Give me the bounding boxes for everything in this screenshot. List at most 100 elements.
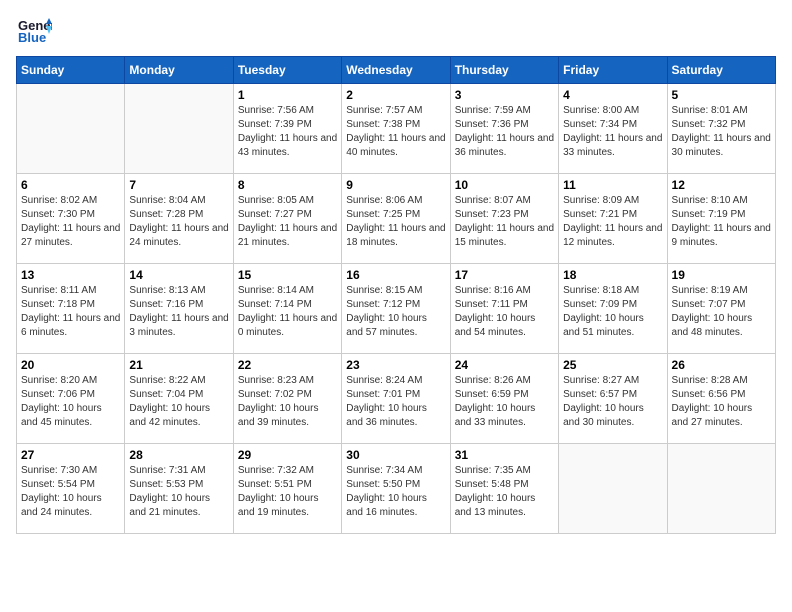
- day-number: 31: [455, 448, 554, 462]
- day-number: 11: [563, 178, 662, 192]
- day-number: 2: [346, 88, 445, 102]
- day-info: Sunrise: 8:04 AMSunset: 7:28 PMDaylight:…: [129, 194, 228, 250]
- day-info: Sunrise: 8:22 AMSunset: 7:04 PMDaylight:…: [129, 374, 228, 430]
- day-info: Sunrise: 8:16 AMSunset: 7:11 PMDaylight:…: [455, 284, 554, 340]
- calendar-cell: 6Sunrise: 8:02 AMSunset: 7:30 PMDaylight…: [17, 174, 125, 264]
- logo-icon: General Blue: [16, 16, 52, 46]
- calendar-cell: 22 Sunrise: 8:23 AMSunset: 7:02 PMDayligh…: [233, 354, 341, 444]
- week-row-2: 6Sunrise: 8:02 AMSunset: 7:30 PMDaylight…: [17, 174, 776, 264]
- calendar-cell: 4 Sunrise: 8:00 AMSunset: 7:34 PMDaylight…: [559, 84, 667, 174]
- weekday-header-thursday: Thursday: [450, 57, 558, 84]
- day-info: Sunrise: 7:59 AMSunset: 7:36 PMDaylight:…: [455, 104, 554, 160]
- day-number: 12: [672, 178, 771, 192]
- day-info: Sunrise: 8:24 AMSunset: 7:01 PMDaylight:…: [346, 374, 445, 430]
- day-number: 18: [563, 268, 662, 282]
- calendar-cell: 21 Sunrise: 8:22 AMSunset: 7:04 PMDayligh…: [125, 354, 233, 444]
- day-info: Sunrise: 8:26 AMSunset: 6:59 PMDaylight:…: [455, 374, 554, 430]
- calendar-cell: 2 Sunrise: 7:57 AMSunset: 7:38 PMDaylight…: [342, 84, 450, 174]
- calendar-cell: 12 Sunrise: 8:10 AMSunset: 7:19 PMDayligh…: [667, 174, 775, 264]
- day-info: Sunrise: 8:06 AMSunset: 7:25 PMDaylight:…: [346, 194, 445, 250]
- day-info: Sunrise: 8:00 AMSunset: 7:34 PMDaylight:…: [563, 104, 662, 160]
- calendar-cell: 14 Sunrise: 8:13 AMSunset: 7:16 PMDayligh…: [125, 264, 233, 354]
- day-info: Sunrise: 8:11 AMSunset: 7:18 PMDaylight:…: [21, 284, 120, 340]
- calendar-cell: 26 Sunrise: 8:28 AMSunset: 6:56 PMDayligh…: [667, 354, 775, 444]
- day-info: Sunrise: 8:09 AMSunset: 7:21 PMDaylight:…: [563, 194, 662, 250]
- day-info: Sunrise: 8:07 AMSunset: 7:23 PMDaylight:…: [455, 194, 554, 250]
- day-number: 15: [238, 268, 337, 282]
- page-header: General Blue: [16, 16, 776, 46]
- calendar-table: SundayMondayTuesdayWednesdayThursdayFrid…: [16, 56, 776, 534]
- day-number: 19: [672, 268, 771, 282]
- calendar-cell: 16Sunrise: 8:15 AMSunset: 7:12 PMDayligh…: [342, 264, 450, 354]
- calendar-cell: 19 Sunrise: 8:19 AMSunset: 7:07 PMDayligh…: [667, 264, 775, 354]
- day-info: Sunrise: 8:28 AMSunset: 6:56 PMDaylight:…: [672, 374, 771, 430]
- calendar-cell: 11 Sunrise: 8:09 AMSunset: 7:21 PMDayligh…: [559, 174, 667, 264]
- day-number: 13: [21, 268, 120, 282]
- calendar-cell: 23 Sunrise: 8:24 AMSunset: 7:01 PMDayligh…: [342, 354, 450, 444]
- calendar-cell: 27 Sunrise: 7:30 AMSunset: 5:54 PMDayligh…: [17, 444, 125, 534]
- day-number: 23: [346, 358, 445, 372]
- weekday-header-sunday: Sunday: [17, 57, 125, 84]
- week-row-3: 13 Sunrise: 8:11 AMSunset: 7:18 PMDayligh…: [17, 264, 776, 354]
- day-info: Sunrise: 8:01 AMSunset: 7:32 PMDaylight:…: [672, 104, 771, 160]
- day-number: 9: [346, 178, 445, 192]
- day-number: 22: [238, 358, 337, 372]
- calendar-cell: [125, 84, 233, 174]
- day-info: Sunrise: 8:20 AMSunset: 7:06 PMDaylight:…: [21, 374, 120, 430]
- day-info: Sunrise: 8:10 AMSunset: 7:19 PMDaylight:…: [672, 194, 771, 250]
- day-info: Sunrise: 8:19 AMSunset: 7:07 PMDaylight:…: [672, 284, 771, 340]
- calendar-cell: 30 Sunrise: 7:34 AMSunset: 5:50 PMDayligh…: [342, 444, 450, 534]
- weekday-header-monday: Monday: [125, 57, 233, 84]
- day-number: 20: [21, 358, 120, 372]
- day-number: 27: [21, 448, 120, 462]
- day-number: 1: [238, 88, 337, 102]
- calendar-cell: 28Sunrise: 7:31 AMSunset: 5:53 PMDayligh…: [125, 444, 233, 534]
- day-number: 28: [129, 448, 228, 462]
- day-info: Sunrise: 8:23 AMSunset: 7:02 PMDaylight:…: [238, 374, 337, 430]
- day-number: 14: [129, 268, 228, 282]
- day-number: 6: [21, 178, 120, 192]
- calendar-cell: 18 Sunrise: 8:18 AMSunset: 7:09 PMDayligh…: [559, 264, 667, 354]
- day-number: 30: [346, 448, 445, 462]
- week-row-1: 1 Sunrise: 7:56 AMSunset: 7:39 PMDaylight…: [17, 84, 776, 174]
- day-info: Sunrise: 7:32 AMSunset: 5:51 PMDaylight:…: [238, 464, 337, 520]
- calendar-cell: [17, 84, 125, 174]
- day-number: 10: [455, 178, 554, 192]
- day-info: Sunrise: 7:57 AMSunset: 7:38 PMDaylight:…: [346, 104, 445, 160]
- day-number: 21: [129, 358, 228, 372]
- day-number: 25: [563, 358, 662, 372]
- day-number: 4: [563, 88, 662, 102]
- day-number: 16: [346, 268, 445, 282]
- day-info: Sunrise: 8:13 AMSunset: 7:16 PMDaylight:…: [129, 284, 228, 340]
- weekday-header-wednesday: Wednesday: [342, 57, 450, 84]
- day-info: Sunrise: 8:14 AMSunset: 7:14 PMDaylight:…: [238, 284, 337, 340]
- day-number: 5: [672, 88, 771, 102]
- day-info: Sunrise: 8:18 AMSunset: 7:09 PMDaylight:…: [563, 284, 662, 340]
- calendar-cell: 24Sunrise: 8:26 AMSunset: 6:59 PMDayligh…: [450, 354, 558, 444]
- calendar-cell: 17 Sunrise: 8:16 AMSunset: 7:11 PMDayligh…: [450, 264, 558, 354]
- calendar-cell: 31Sunrise: 7:35 AMSunset: 5:48 PMDayligh…: [450, 444, 558, 534]
- calendar-cell: 29 Sunrise: 7:32 AMSunset: 5:51 PMDayligh…: [233, 444, 341, 534]
- calendar-cell: 10 Sunrise: 8:07 AMSunset: 7:23 PMDayligh…: [450, 174, 558, 264]
- day-number: 29: [238, 448, 337, 462]
- day-info: Sunrise: 7:34 AMSunset: 5:50 PMDaylight:…: [346, 464, 445, 520]
- calendar-cell: 8 Sunrise: 8:05 AMSunset: 7:27 PMDaylight…: [233, 174, 341, 264]
- week-row-5: 27 Sunrise: 7:30 AMSunset: 5:54 PMDayligh…: [17, 444, 776, 534]
- day-info: Sunrise: 8:27 AMSunset: 6:57 PMDaylight:…: [563, 374, 662, 430]
- calendar-cell: 15 Sunrise: 8:14 AMSunset: 7:14 PMDayligh…: [233, 264, 341, 354]
- calendar-cell: 5 Sunrise: 8:01 AMSunset: 7:32 PMDaylight…: [667, 84, 775, 174]
- calendar-cell: [667, 444, 775, 534]
- calendar-cell: 25 Sunrise: 8:27 AMSunset: 6:57 PMDayligh…: [559, 354, 667, 444]
- svg-text:Blue: Blue: [18, 30, 46, 45]
- day-number: 8: [238, 178, 337, 192]
- calendar-cell: 7Sunrise: 8:04 AMSunset: 7:28 PMDaylight…: [125, 174, 233, 264]
- day-number: 26: [672, 358, 771, 372]
- day-info: Sunrise: 7:56 AMSunset: 7:39 PMDaylight:…: [238, 104, 337, 160]
- day-info: Sunrise: 8:05 AMSunset: 7:27 PMDaylight:…: [238, 194, 337, 250]
- weekday-header-tuesday: Tuesday: [233, 57, 341, 84]
- day-number: 17: [455, 268, 554, 282]
- day-info: Sunrise: 7:30 AMSunset: 5:54 PMDaylight:…: [21, 464, 120, 520]
- day-number: 3: [455, 88, 554, 102]
- calendar-cell: 13 Sunrise: 8:11 AMSunset: 7:18 PMDayligh…: [17, 264, 125, 354]
- calendar-cell: 1 Sunrise: 7:56 AMSunset: 7:39 PMDaylight…: [233, 84, 341, 174]
